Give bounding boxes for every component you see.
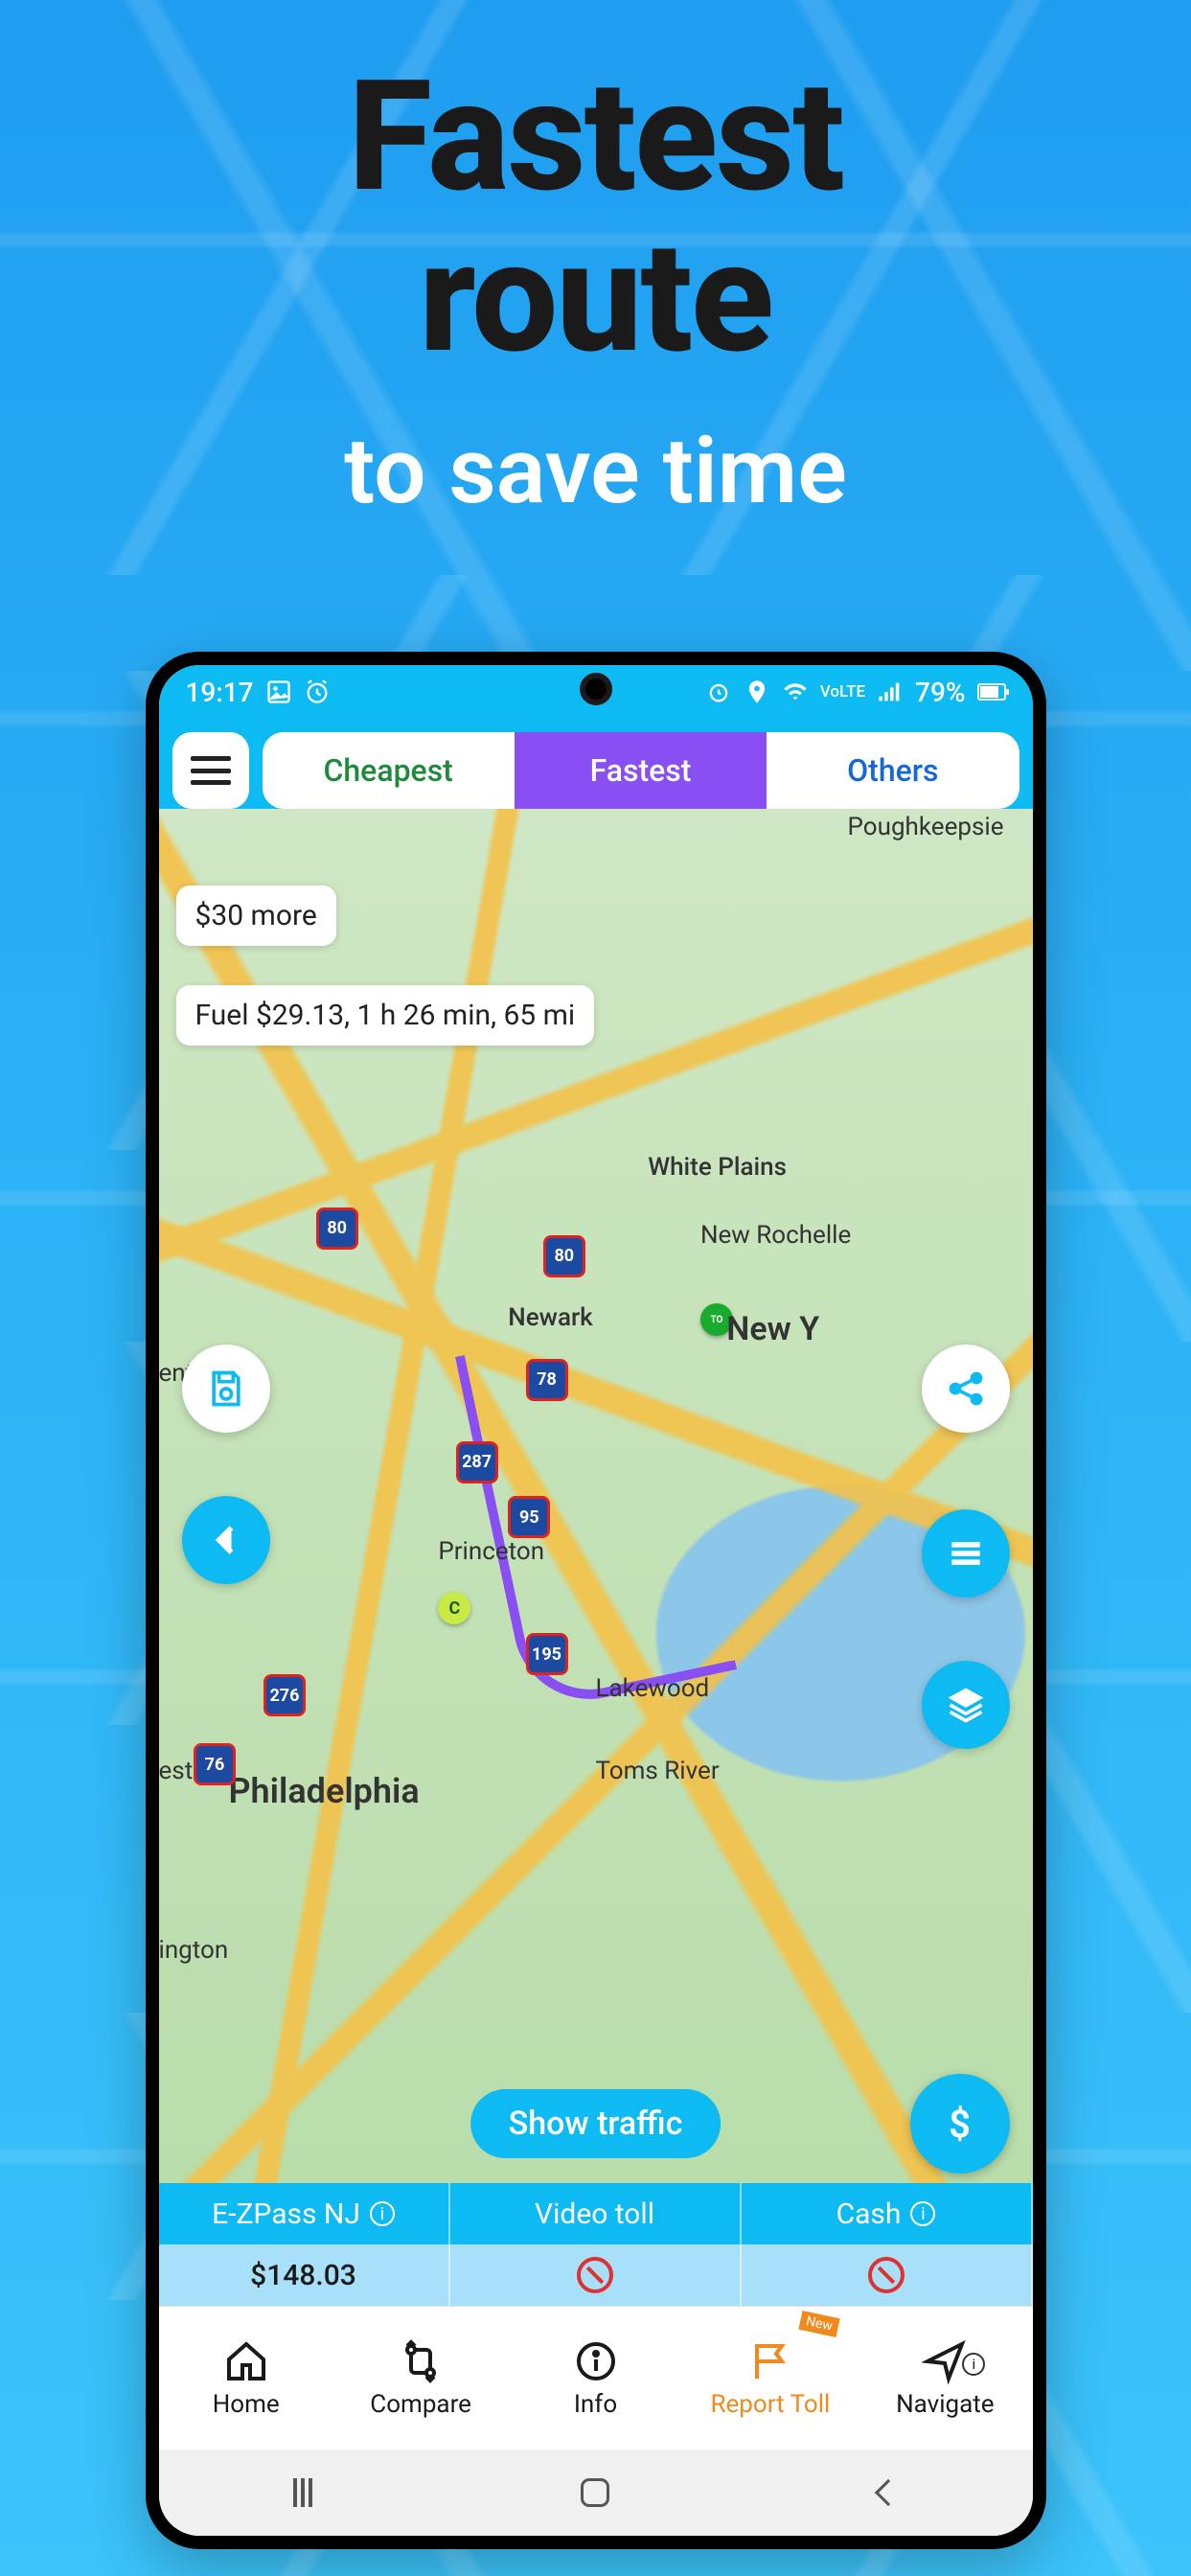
map-canvas[interactable]: C TO $30 more Fuel $29.13, 1 h 26 min, 6… bbox=[159, 809, 1033, 2183]
price-fab[interactable]: $ bbox=[910, 2074, 1010, 2174]
shield-i95: 95 bbox=[508, 1496, 550, 1538]
toll-price-cash bbox=[742, 2244, 1033, 2306]
toll-price-video bbox=[450, 2244, 742, 2306]
top-controls-row: Cheapest Fastest Others bbox=[159, 719, 1033, 809]
map-city-princeton: Princeton bbox=[438, 1537, 544, 1566]
tab-others[interactable]: Others bbox=[767, 732, 1019, 809]
toll-header-cash[interactable]: Cashi bbox=[742, 2183, 1033, 2244]
tab-cheapest[interactable]: Cheapest bbox=[263, 732, 515, 809]
alarm-icon bbox=[705, 678, 732, 705]
not-available-icon bbox=[577, 2257, 613, 2293]
map-city-ington: ington bbox=[159, 1936, 229, 1965]
toll-header-video[interactable]: Video toll bbox=[450, 2183, 742, 2244]
nav-report-label: Report Toll bbox=[710, 2390, 830, 2419]
show-traffic-button[interactable]: Show traffic bbox=[470, 2089, 721, 2158]
map-city-newark: Newark bbox=[508, 1303, 592, 1332]
route-summary-pill[interactable]: Fuel $29.13, 1 h 26 min, 65 mi bbox=[176, 985, 595, 1046]
phone-screen: 19:17 VoLTE bbox=[159, 665, 1033, 2536]
nav-info[interactable]: Info bbox=[508, 2307, 682, 2450]
toll-price-ezpass: $148.03 bbox=[159, 2244, 450, 2306]
map-city-lakewood: Lakewood bbox=[596, 1674, 710, 1703]
shield-i76: 76 bbox=[194, 1743, 236, 1785]
shield-i195: 195 bbox=[526, 1633, 568, 1675]
battery-icon bbox=[977, 683, 1006, 701]
hamburger-icon bbox=[191, 756, 231, 785]
toll-table-row: $148.03 bbox=[159, 2244, 1033, 2306]
nav-compare[interactable]: Compare bbox=[333, 2307, 508, 2450]
nav-home-label: Home bbox=[213, 2390, 280, 2419]
nav-navigate-label: Navigate bbox=[896, 2390, 994, 2419]
toll-table-header: E-ZPass NJi Video toll Cashi bbox=[159, 2183, 1033, 2244]
pin-to-label: TO bbox=[710, 1315, 722, 1325]
map-city-tomsriver: Toms River bbox=[596, 1757, 720, 1785]
info-icon[interactable]: i bbox=[910, 2201, 935, 2226]
new-badge: New bbox=[799, 2311, 840, 2337]
nav-report-toll[interactable]: New Report Toll bbox=[683, 2307, 858, 2450]
status-time: 19:17 bbox=[186, 677, 254, 708]
location-icon bbox=[744, 678, 770, 705]
bottom-navigation: Home Compare Info New Report Toll i Navi… bbox=[159, 2306, 1033, 2450]
toll-comparison-table: E-ZPass NJi Video toll Cashi $148.03 bbox=[159, 2183, 1033, 2306]
info-icon: i bbox=[962, 2353, 985, 2376]
wifi-icon bbox=[782, 678, 809, 705]
map-layers-button[interactable] bbox=[922, 1661, 1010, 1749]
nav-compare-label: Compare bbox=[370, 2390, 471, 2419]
nav-navigate[interactable]: i Navigate bbox=[858, 2307, 1032, 2450]
hero-headline: Fastest route bbox=[0, 58, 1191, 380]
marketing-hero: Fastest route to save time bbox=[0, 0, 1191, 525]
save-route-button[interactable] bbox=[182, 1345, 270, 1433]
shield-i80-2: 80 bbox=[543, 1235, 585, 1277]
image-icon bbox=[265, 678, 292, 705]
shield-i287: 287 bbox=[456, 1441, 498, 1484]
sys-recents-button[interactable] bbox=[293, 2478, 312, 2507]
hero-subhead: to save time bbox=[0, 418, 1191, 525]
nav-info-label: Info bbox=[574, 2390, 617, 2419]
back-button[interactable] bbox=[182, 1496, 270, 1584]
signal-icon bbox=[877, 678, 904, 705]
map-city-philadelphia: Philadelphia bbox=[228, 1771, 419, 1811]
shield-i276: 276 bbox=[263, 1674, 306, 1716]
main-menu-button[interactable] bbox=[172, 732, 249, 809]
map-city-new-rochelle: New Rochelle bbox=[700, 1221, 851, 1250]
battery-percent: 79% bbox=[915, 677, 965, 708]
not-available-icon bbox=[868, 2257, 905, 2293]
map-city-poughkeepsie: Poughkeepsie bbox=[848, 813, 1004, 841]
sys-back-button[interactable] bbox=[875, 2479, 902, 2506]
alarm-icon bbox=[304, 678, 331, 705]
share-button[interactable] bbox=[922, 1345, 1010, 1433]
android-system-nav bbox=[159, 2450, 1033, 2536]
toll-header-ezpass[interactable]: E-ZPass NJi bbox=[159, 2183, 450, 2244]
phone-frame: 19:17 VoLTE bbox=[146, 652, 1046, 2549]
route-type-tabs: Cheapest Fastest Others bbox=[263, 732, 1019, 809]
route-pin-from[interactable]: C bbox=[438, 1592, 470, 1624]
network-label: VoLTE bbox=[820, 684, 865, 701]
info-icon[interactable]: i bbox=[370, 2201, 395, 2226]
map-city-newyork: New Y bbox=[726, 1310, 819, 1348]
nav-home[interactable]: Home bbox=[159, 2307, 333, 2450]
shield-i80: 80 bbox=[316, 1208, 358, 1250]
cost-delta-pill[interactable]: $30 more bbox=[176, 886, 336, 946]
map-city-white-plains: White Plains bbox=[648, 1153, 787, 1182]
shield-i78: 78 bbox=[526, 1359, 568, 1401]
route-list-button[interactable] bbox=[922, 1509, 1010, 1598]
tab-fastest[interactable]: Fastest bbox=[515, 732, 767, 809]
phone-camera-cutout bbox=[580, 673, 612, 705]
sys-home-button[interactable] bbox=[581, 2478, 609, 2507]
